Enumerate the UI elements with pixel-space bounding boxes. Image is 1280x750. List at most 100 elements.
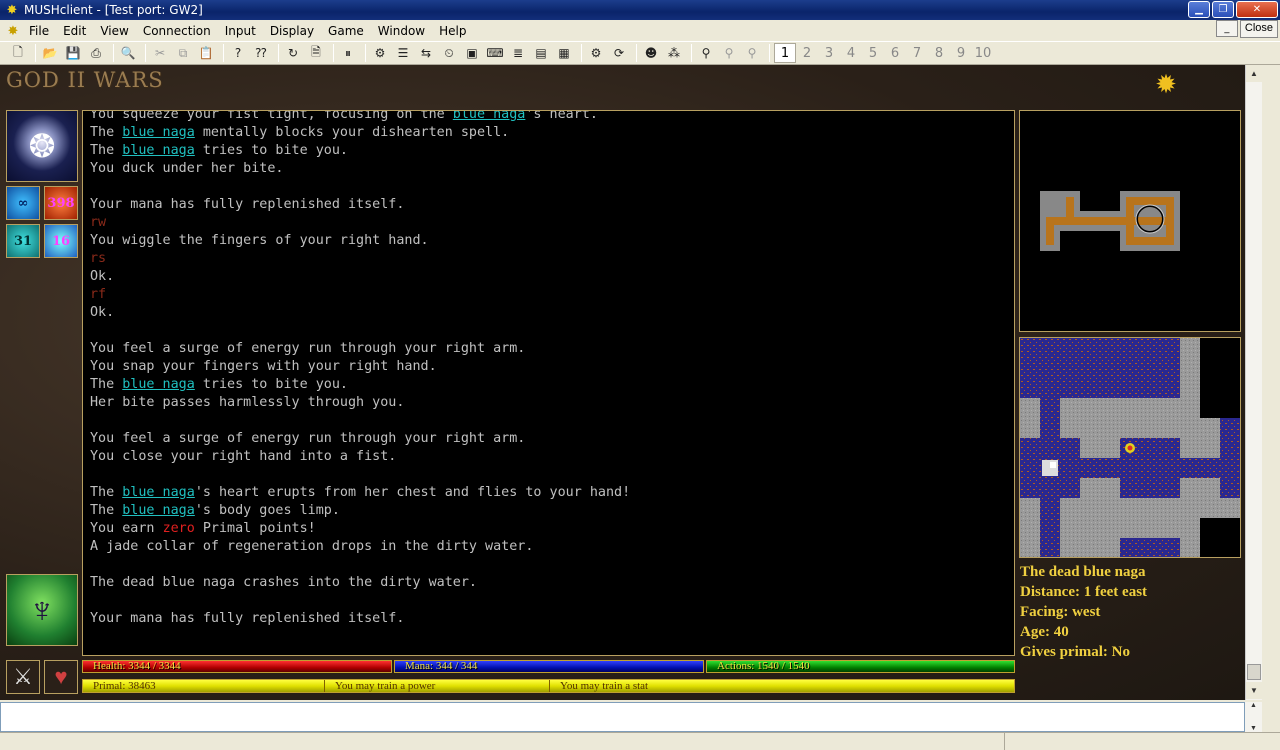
heart-icon[interactable]: ♥ (44, 660, 78, 694)
document-icon[interactable]: ✸ (4, 22, 22, 40)
context-help-icon[interactable]: ⁇ (251, 43, 271, 63)
window-button-2[interactable]: 2 (796, 43, 818, 63)
mob-link[interactable]: blue naga (453, 111, 526, 122)
configure-icon[interactable]: ⚙ (370, 43, 390, 63)
stat-icon-1[interactable]: ∞ (6, 186, 40, 220)
output-text: The (90, 485, 123, 500)
replace-icon[interactable]: ⚲ (742, 43, 762, 63)
print-preview-icon[interactable]: 🔍 (118, 43, 138, 63)
stat-icon-2[interactable]: 398 (44, 186, 78, 220)
output-text: Primal points! (194, 521, 316, 536)
copy-icon[interactable]: ⧉ (173, 43, 193, 63)
close-window-button[interactable]: ✕ (1236, 1, 1278, 18)
timers-icon[interactable]: ⏲ (439, 43, 459, 63)
naga-icon: ♆ (28, 589, 56, 630)
cut-icon[interactable]: ✂ (150, 43, 170, 63)
window-button-8[interactable]: 8 (928, 43, 950, 63)
doc-close-button[interactable]: Close (1239, 20, 1278, 38)
footprints-icon[interactable]: ⁂ (664, 43, 684, 63)
stat-icon-3[interactable]: 31 (6, 224, 40, 258)
menu-window[interactable]: Window (371, 24, 432, 38)
log-icon[interactable]: 🗎 (306, 43, 326, 63)
info-icon[interactable]: ▤ (531, 43, 551, 63)
walk-icon[interactable]: ☻ (641, 43, 661, 63)
scroll-down-icon[interactable]: ▼ (1246, 682, 1262, 699)
paste-icon[interactable]: 📋 (196, 43, 216, 63)
command-input[interactable] (1, 703, 1244, 731)
scroll-up-icon[interactable]: ▲ (1246, 65, 1262, 82)
output-line: The blue naga mentally blocks your dishe… (90, 124, 1010, 142)
output-window[interactable]: You squeeze your fist tight, focusing on… (82, 110, 1015, 656)
character-portrait[interactable]: ❂ (6, 110, 78, 182)
mob-link[interactable]: blue naga (122, 503, 195, 518)
window-button-9[interactable]: 9 (950, 43, 972, 63)
output-lines: You squeeze your fist tight, focusing on… (90, 111, 1010, 628)
scroll-up-icon[interactable]: ▲ (1250, 702, 1257, 709)
game-area: GOD II WARS ✹ ❂ ∞ 398 31 16 ♆ ⚔ ♥ You sq… (0, 65, 1245, 700)
reconnect-icon[interactable]: ⟳ (609, 43, 629, 63)
app-icon[interactable]: ✸ (4, 2, 20, 18)
window-button-4[interactable]: 4 (840, 43, 862, 63)
output-line: You earn zero Primal points! (90, 520, 1010, 538)
menu-help[interactable]: Help (432, 24, 473, 38)
menu-display[interactable]: Display (263, 24, 321, 38)
crossed-swords-icon[interactable]: ⚔ (6, 660, 40, 694)
aliases-icon[interactable]: ⇆ (416, 43, 436, 63)
separator (333, 44, 334, 62)
mob-link[interactable]: blue naga (122, 377, 195, 392)
separator (769, 44, 770, 62)
creature-icon: ❂ (28, 128, 56, 164)
output-scrollbar[interactable]: ▲ ▼ (1245, 65, 1262, 700)
command-scrollbar[interactable]: ▲ ▼ (1245, 702, 1262, 732)
output-text: Your mana has fully replenished itself. (90, 197, 405, 212)
separator (365, 44, 366, 62)
triggers-icon[interactable]: ☰ (393, 43, 413, 63)
menu-view[interactable]: View (93, 24, 135, 38)
mob-link[interactable]: blue naga (122, 485, 195, 500)
output-text: The (90, 503, 123, 518)
window-button-7[interactable]: 7 (906, 43, 928, 63)
help-icon[interactable]: ? (228, 43, 248, 63)
output-text: tries to bite you. (194, 377, 348, 392)
mana-bar: Mana: 344 / 344 (394, 660, 704, 673)
separator (223, 44, 224, 62)
window-button-3[interactable]: 3 (818, 43, 840, 63)
window-button-1[interactable]: 1 (774, 43, 796, 63)
minimize-button[interactable]: ▁ (1188, 1, 1210, 18)
maximize-button[interactable]: ❐ (1212, 1, 1234, 18)
menu-file[interactable]: File (22, 24, 56, 38)
connect-icon[interactable]: ↻ (283, 43, 303, 63)
scroll-thumb[interactable] (1247, 664, 1261, 680)
mob-link[interactable]: blue naga (122, 125, 195, 140)
stat-icon-4[interactable]: 16 (44, 224, 78, 258)
mapper-icon[interactable]: ⚙ (586, 43, 606, 63)
game-logo: GOD II WARS (6, 68, 164, 92)
menu-connection[interactable]: Connection (136, 24, 218, 38)
new-icon[interactable]: 🗋 (8, 43, 28, 63)
window-button-5[interactable]: 5 (862, 43, 884, 63)
menu-edit[interactable]: Edit (56, 24, 93, 38)
open-icon[interactable]: 📂 (40, 43, 60, 63)
window-button-10[interactable]: 10 (972, 43, 994, 63)
list-icon[interactable]: ▦ (554, 43, 574, 63)
doc-minimize-button[interactable]: _ (1215, 20, 1238, 37)
output-icon[interactable]: ▣ (462, 43, 482, 63)
find-next-icon[interactable]: ⚲ (719, 43, 739, 63)
target-portrait[interactable]: ♆ (6, 574, 78, 646)
output-text: You earn (90, 521, 163, 536)
mob-link[interactable]: blue naga (122, 143, 195, 158)
notes-icon[interactable]: ≣ (508, 43, 528, 63)
scroll-down-icon[interactable]: ▼ (1250, 725, 1257, 732)
overview-map[interactable] (1019, 110, 1241, 332)
find-icon[interactable]: ⚲ (696, 43, 716, 63)
window-button-6[interactable]: 6 (884, 43, 906, 63)
commands-icon[interactable]: ⌨ (485, 43, 505, 63)
local-map[interactable] (1019, 337, 1241, 558)
pause-icon[interactable]: ⏸ (338, 43, 358, 63)
output-text: rf (90, 287, 107, 302)
print-icon[interactable]: ⎙ (86, 43, 106, 63)
save-icon[interactable]: 💾 (63, 43, 83, 63)
menu-game[interactable]: Game (321, 24, 371, 38)
menu-input[interactable]: Input (218, 24, 263, 38)
